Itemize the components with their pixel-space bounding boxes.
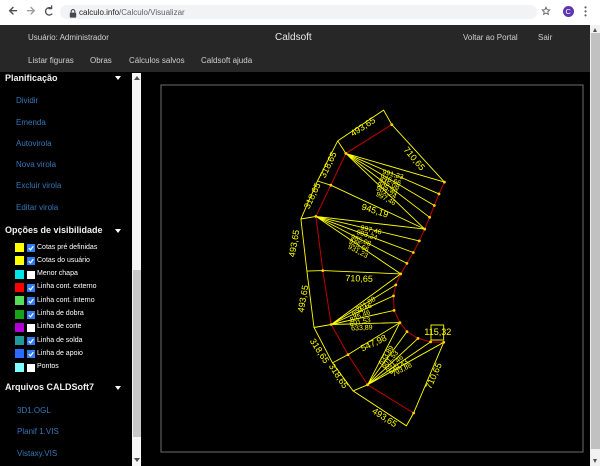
- svg-text:547,98: 547,98: [359, 333, 388, 354]
- svg-text:115,32: 115,32: [424, 327, 451, 337]
- svg-text:318,65: 318,65: [308, 337, 331, 366]
- svg-text:945,19: 945,19: [360, 202, 389, 220]
- svg-text:493,65: 493,65: [370, 406, 399, 429]
- svg-text:710,65: 710,65: [424, 361, 444, 390]
- svg-text:318,65: 318,65: [302, 181, 323, 210]
- svg-text:493,65: 493,65: [296, 284, 311, 313]
- svg-text:633,89: 633,89: [351, 324, 373, 332]
- svg-text:318,65: 318,65: [327, 362, 350, 391]
- svg-text:493,65: 493,65: [349, 115, 378, 138]
- svg-text:710,65: 710,65: [345, 273, 373, 284]
- svg-text:493,65: 493,65: [287, 229, 302, 258]
